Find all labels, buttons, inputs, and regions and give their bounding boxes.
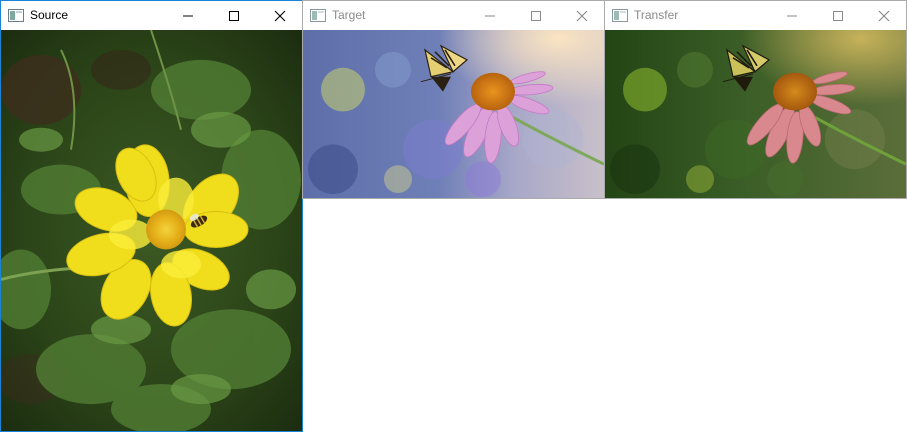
window-title: Target [332,8,366,22]
minimize-button[interactable] [165,1,211,30]
minimize-icon [787,15,797,17]
minimize-icon [485,15,495,17]
minimize-icon [183,15,193,17]
transfer-image [605,30,906,198]
transfer-window[interactable]: Transfer [604,0,907,199]
source-image [1,30,302,431]
window-title: Transfer [634,8,679,22]
minimize-button[interactable] [467,1,513,30]
source-window[interactable]: Source [0,0,303,432]
target-image [303,30,604,198]
maximize-icon [229,11,239,21]
close-button[interactable] [257,1,302,30]
maximize-button[interactable] [211,1,257,30]
close-icon [878,10,890,22]
app-icon [310,9,326,22]
close-icon [576,10,588,22]
window-title: Source [30,8,69,22]
maximize-button[interactable] [513,1,559,30]
target-window[interactable]: Target [302,0,605,199]
close-button[interactable] [861,1,906,30]
app-icon [612,9,628,22]
close-button[interactable] [559,1,604,30]
app-icon [8,9,24,22]
close-icon [274,10,286,22]
maximize-icon [833,11,843,21]
maximize-icon [531,11,541,21]
target-titlebar[interactable]: Target [303,1,604,30]
minimize-button[interactable] [769,1,815,30]
maximize-button[interactable] [815,1,861,30]
source-titlebar[interactable]: Source [1,1,302,30]
transfer-titlebar[interactable]: Transfer [605,1,906,30]
